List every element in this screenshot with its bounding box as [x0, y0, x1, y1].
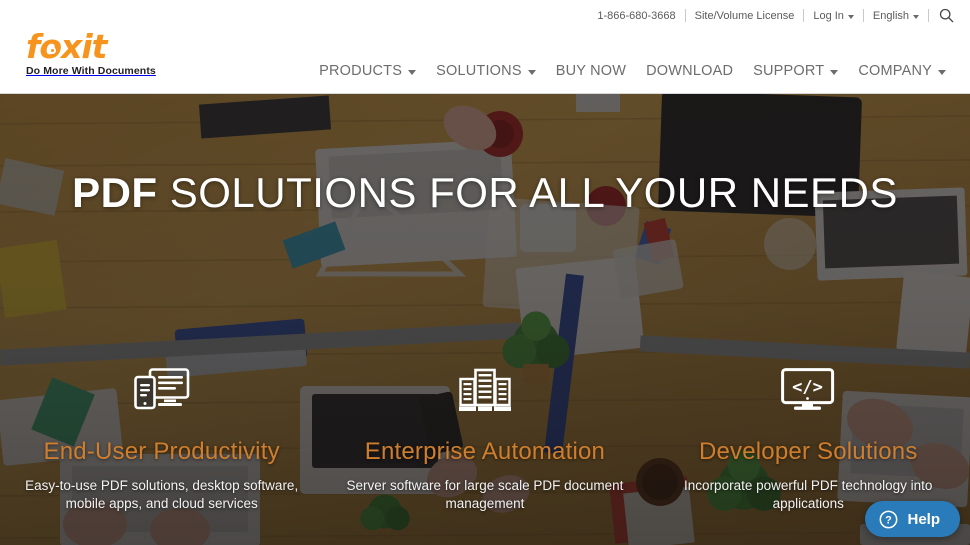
utility-phone-label: 1-866-680-3668 [597, 9, 676, 22]
utility-log-in-label: Log In [813, 9, 844, 22]
nav-item-buy-now-label: BUY NOW [555, 63, 627, 79]
main-navigation: PRODUCTS SOLUTIONS BUY NOW DOWNLOAD SUPP… [309, 63, 956, 79]
site-logo[interactable]: foxit Do More With Documents [26, 27, 206, 78]
chevron-down-icon [913, 14, 919, 19]
utility-language-label: English [872, 9, 909, 22]
chevron-down-icon [938, 69, 946, 75]
hero-headline-emphasis: PDF [72, 169, 158, 216]
nav-item-buy-now[interactable]: BUY NOW [546, 63, 636, 79]
hero-headline: PDF SOLUTIONS FOR ALL YOUR NEEDS [0, 169, 970, 217]
nav-item-products[interactable]: PRODUCTS [309, 63, 426, 79]
nav-item-products-label: PRODUCTS [319, 63, 403, 79]
feature-column-enterprise-automation[interactable]: Enterprise Automation Server software fo… [323, 366, 646, 513]
help-widget-label: Help [907, 510, 940, 528]
feature-column-end-user-productivity[interactable]: End-User Productivity Easy-to-use PDF so… [0, 366, 323, 513]
svg-text:?: ? [886, 514, 893, 526]
search-icon [939, 8, 954, 23]
question-circle-icon: ? [880, 510, 898, 528]
feature-icon-wrap [14, 366, 309, 414]
utility-bar: 1-866-680-3668 Site/Volume License Log I… [588, 8, 958, 23]
search-button[interactable] [929, 8, 958, 23]
feature-title: Developer Solutions [698, 438, 918, 465]
server-buildings-icon [458, 368, 511, 411]
utility-log-in[interactable]: Log In [804, 9, 863, 23]
logo-wordmark: foxit [26, 27, 107, 66]
nav-item-support[interactable]: SUPPORT [743, 63, 848, 79]
devices-monitor-phone-icon [133, 368, 189, 410]
logo-wordmark-text: foxit [26, 27, 107, 66]
utility-phone[interactable]: 1-866-680-3668 [588, 9, 684, 23]
feature-title: Enterprise Automation [364, 438, 606, 465]
feature-title: End-User Productivity [43, 438, 280, 465]
site-header: 1-866-680-3668 Site/Volume License Log I… [0, 0, 970, 94]
feature-column-developer-solutions[interactable]: </> Developer Solutions Incorporate powe… [647, 366, 970, 513]
utility-language[interactable]: English [864, 9, 928, 23]
chevron-down-icon [830, 69, 839, 75]
hero-feature-columns: End-User Productivity Easy-to-use PDF so… [0, 366, 970, 513]
nav-item-download[interactable]: DOWNLOAD [636, 63, 743, 79]
nav-item-solutions[interactable]: SOLUTIONS [426, 63, 546, 79]
nav-item-support-label: SUPPORT [753, 63, 825, 79]
chevron-down-icon [527, 69, 536, 75]
feature-icon-wrap [337, 366, 632, 414]
feature-description: Server software for large scale PDF docu… [346, 478, 624, 511]
chevron-down-icon [408, 69, 417, 75]
code-monitor-icon: </> [781, 368, 835, 410]
hero-headline-rest: SOLUTIONS FOR ALL YOUR NEEDS [157, 169, 898, 216]
utility-site-volume-license[interactable]: Site/Volume License [686, 9, 804, 23]
chevron-down-icon [847, 14, 854, 19]
nav-item-company[interactable]: COMPANY [848, 63, 956, 79]
hero-content: PDF SOLUTIONS FOR ALL YOUR NEEDS End-Use… [0, 94, 970, 545]
feature-icon-wrap: </> [661, 366, 956, 414]
nav-item-download-label: DOWNLOAD [646, 63, 734, 79]
nav-item-company-label: COMPANY [858, 63, 932, 79]
logo-o-center-icon [51, 49, 54, 52]
utility-site-volume-license-label: Site/Volume License [694, 9, 795, 22]
feature-description: Easy-to-use PDF solutions, desktop softw… [25, 478, 299, 511]
logo-tagline: Do More With Documents [26, 65, 156, 77]
nav-item-solutions-label: SOLUTIONS [436, 63, 522, 79]
hero-banner: PDF SOLUTIONS FOR ALL YOUR NEEDS End-Use… [0, 94, 970, 545]
svg-text:</>: </> [792, 378, 823, 398]
page-root: 1-866-680-3668 Site/Volume License Log I… [0, 0, 970, 545]
help-widget-button[interactable]: ? Help [865, 501, 960, 537]
